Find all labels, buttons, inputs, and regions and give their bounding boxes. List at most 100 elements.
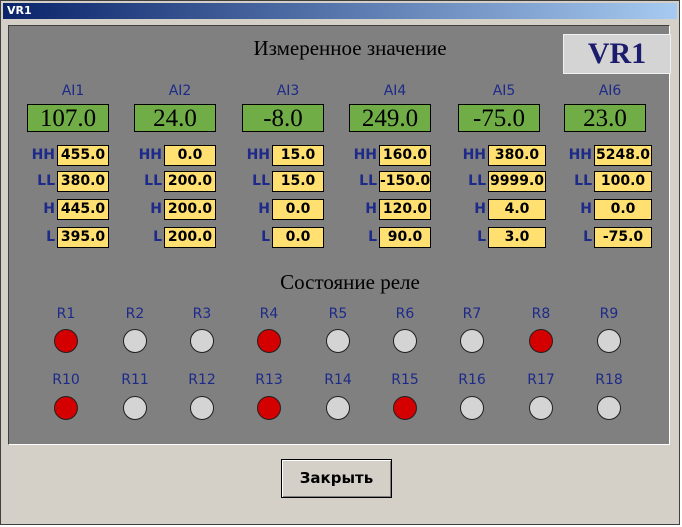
relay-indicator-r12 bbox=[190, 396, 214, 420]
relay-label-r8: R8 bbox=[531, 306, 551, 322]
relay-label-r18: R18 bbox=[595, 372, 623, 388]
limit-value-h[interactable]: 0.0 bbox=[594, 199, 652, 220]
relay-label-r2: R2 bbox=[125, 306, 145, 322]
relay-indicator-r8 bbox=[529, 329, 553, 353]
limit-label-h: H bbox=[150, 201, 162, 217]
limit-label-hh: HH bbox=[31, 147, 55, 163]
relay-label-r4: R4 bbox=[259, 306, 279, 322]
relay-indicator-r1 bbox=[54, 329, 78, 353]
limit-value-hh[interactable]: 15.0 bbox=[272, 145, 324, 166]
limit-label-hh: HH bbox=[462, 147, 486, 163]
limit-label-hh: HH bbox=[353, 147, 377, 163]
limit-label-h: H bbox=[365, 201, 377, 217]
relay-indicator-r17 bbox=[529, 396, 553, 420]
limit-label-ll: LL bbox=[252, 173, 270, 189]
limit-label-h: H bbox=[43, 201, 55, 217]
limit-value-hh[interactable]: 160.0 bbox=[379, 145, 431, 166]
limit-label-l: L bbox=[368, 229, 377, 245]
limit-value-hh[interactable]: 455.0 bbox=[57, 145, 109, 166]
limit-label-hh: HH bbox=[246, 147, 270, 163]
channel-label-ai2: AI2 bbox=[168, 83, 192, 99]
limit-value-ll[interactable]: -150.0 bbox=[379, 171, 431, 192]
limit-label-l: L bbox=[153, 229, 162, 245]
limit-label-h: H bbox=[580, 201, 592, 217]
relay-label-r7: R7 bbox=[462, 306, 482, 322]
relay-indicator-r13 bbox=[257, 396, 281, 420]
relay-label-r16: R16 bbox=[458, 372, 486, 388]
limit-label-h: H bbox=[474, 201, 486, 217]
relay-indicator-r5 bbox=[326, 329, 350, 353]
channel-label-ai1: AI1 bbox=[61, 83, 85, 99]
relay-label-r12: R12 bbox=[188, 372, 216, 388]
limit-value-ll[interactable]: 200.0 bbox=[164, 171, 216, 192]
limit-label-h: H bbox=[258, 201, 270, 217]
vr1-window: VR1 bbox=[0, 0, 680, 525]
measured-value-heading: Измеренное значение bbox=[253, 36, 447, 60]
relay-indicator-r11 bbox=[123, 396, 147, 420]
relay-indicator-r2 bbox=[123, 329, 147, 353]
limit-value-ll[interactable]: 100.0 bbox=[594, 171, 652, 192]
limit-label-l: L bbox=[46, 229, 55, 245]
channel-value-ai3: -8.0 bbox=[242, 104, 324, 132]
limit-value-l[interactable]: 395.0 bbox=[57, 227, 109, 248]
title-bar[interactable]: VR1 bbox=[3, 3, 677, 19]
limit-value-hh[interactable]: 380.0 bbox=[488, 145, 546, 166]
channel-label-ai4: AI4 bbox=[383, 83, 407, 99]
relay-indicator-r7 bbox=[460, 329, 484, 353]
limit-value-ll[interactable]: 380.0 bbox=[57, 171, 109, 192]
relay-label-r1: R1 bbox=[56, 306, 76, 322]
limit-value-l[interactable]: -75.0 bbox=[594, 227, 652, 248]
relay-indicator-r15 bbox=[393, 396, 417, 420]
limit-label-ll: LL bbox=[144, 173, 162, 189]
limit-label-hh: HH bbox=[138, 147, 162, 163]
close-button[interactable]: Закрыть bbox=[281, 459, 392, 498]
relay-indicator-r3 bbox=[190, 329, 214, 353]
limit-value-h[interactable]: 200.0 bbox=[164, 199, 216, 220]
channel-value-ai2: 24.0 bbox=[134, 104, 216, 132]
relay-label-r3: R3 bbox=[192, 306, 212, 322]
limit-label-ll: LL bbox=[359, 173, 377, 189]
relay-label-r13: R13 bbox=[255, 372, 283, 388]
limit-value-l[interactable]: 90.0 bbox=[379, 227, 431, 248]
limit-value-h[interactable]: 445.0 bbox=[57, 199, 109, 220]
relay-label-r11: R11 bbox=[121, 372, 149, 388]
limit-label-hh: HH bbox=[568, 147, 592, 163]
device-label: VR1 bbox=[563, 34, 671, 74]
limit-value-l[interactable]: 200.0 bbox=[164, 227, 216, 248]
channel-value-ai4: 249.0 bbox=[349, 104, 431, 132]
relay-indicator-r16 bbox=[460, 396, 484, 420]
relay-indicator-r9 bbox=[597, 329, 621, 353]
channel-value-ai1: 107.0 bbox=[27, 104, 109, 132]
relay-indicator-r10 bbox=[54, 396, 78, 420]
relay-label-r9: R9 bbox=[599, 306, 619, 322]
limit-value-ll[interactable]: 15.0 bbox=[272, 171, 324, 192]
limit-value-h[interactable]: 0.0 bbox=[272, 199, 324, 220]
limit-value-l[interactable]: 3.0 bbox=[488, 227, 546, 248]
relay-label-r5: R5 bbox=[328, 306, 348, 322]
limit-label-l: L bbox=[477, 229, 486, 245]
channel-label-ai5: AI5 bbox=[492, 83, 516, 99]
limit-value-h[interactable]: 120.0 bbox=[379, 199, 431, 220]
channel-label-ai6: AI6 bbox=[598, 83, 622, 99]
relay-label-r10: R10 bbox=[52, 372, 80, 388]
window-title: VR1 bbox=[7, 4, 32, 17]
limit-value-hh[interactable]: 0.0 bbox=[164, 145, 216, 166]
limit-value-ll[interactable]: 9999.0 bbox=[488, 171, 546, 192]
relay-state-heading: Состояние реле bbox=[280, 270, 420, 294]
limit-value-h[interactable]: 4.0 bbox=[488, 199, 546, 220]
relay-label-r15: R15 bbox=[391, 372, 419, 388]
channel-value-ai5: -75.0 bbox=[458, 104, 540, 132]
relay-label-r17: R17 bbox=[527, 372, 555, 388]
relay-label-r6: R6 bbox=[395, 306, 415, 322]
relay-indicator-r18 bbox=[597, 396, 621, 420]
relay-indicator-r4 bbox=[257, 329, 281, 353]
limit-label-ll: LL bbox=[574, 173, 592, 189]
relay-indicator-r14 bbox=[326, 396, 350, 420]
channel-label-ai3: AI3 bbox=[276, 83, 300, 99]
limit-value-l[interactable]: 0.0 bbox=[272, 227, 324, 248]
limit-label-l: L bbox=[583, 229, 592, 245]
limit-value-hh[interactable]: 5248.0 bbox=[594, 145, 652, 166]
channel-value-ai6: 23.0 bbox=[564, 104, 646, 132]
limit-label-ll: LL bbox=[37, 173, 55, 189]
relay-indicator-r6 bbox=[393, 329, 417, 353]
